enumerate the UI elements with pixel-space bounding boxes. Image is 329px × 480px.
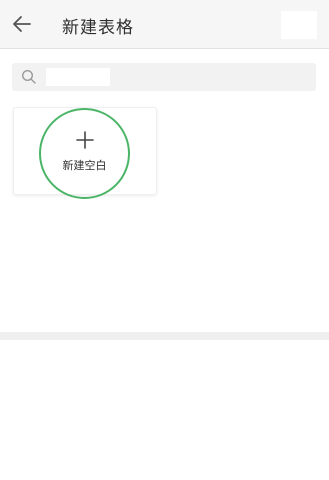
plus-icon (76, 131, 94, 149)
search-icon (21, 69, 36, 84)
top-bar: 新建表格 (0, 0, 329, 49)
new-blank-label: 新建空白 (62, 159, 107, 172)
page-title: 新建表格 (62, 18, 134, 38)
section-divider (0, 332, 329, 340)
search-input[interactable] (46, 68, 110, 86)
header-action-button[interactable] (281, 11, 317, 39)
back-button[interactable] (8, 10, 36, 38)
search-bar[interactable] (12, 63, 316, 91)
arrow-left-icon (13, 16, 31, 32)
new-blank-button[interactable]: 新建空白 (39, 108, 130, 199)
